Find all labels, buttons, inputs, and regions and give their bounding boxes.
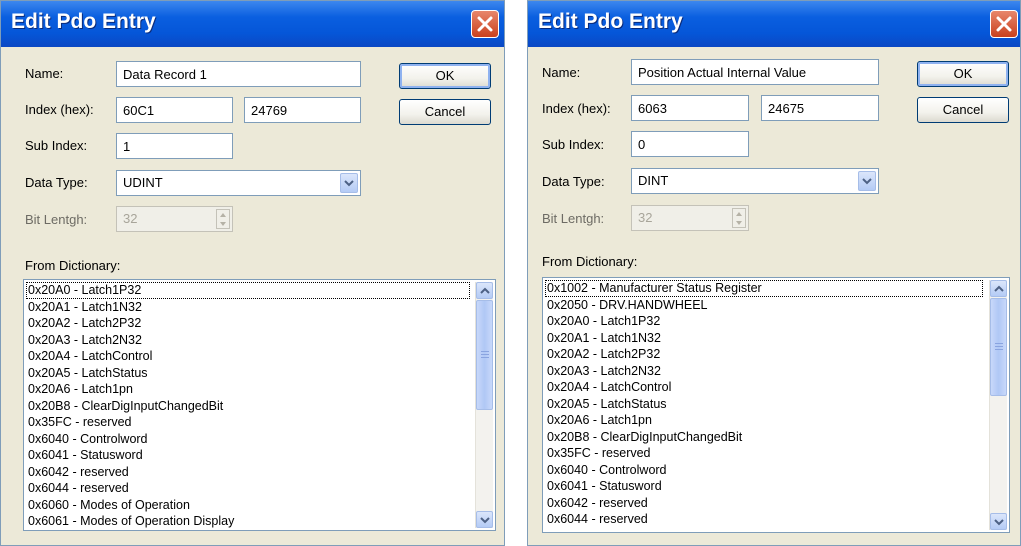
- name-input[interactable]: [116, 61, 361, 87]
- list-item[interactable]: 0x20A0 - Latch1P32: [26, 282, 470, 299]
- name-label: Name:: [542, 65, 581, 80]
- spin-down-icon: [736, 221, 742, 225]
- name-input[interactable]: [631, 59, 879, 85]
- list-item[interactable]: 0x20A5 - LatchStatus: [26, 365, 470, 382]
- datatype-select[interactable]: DINT: [631, 168, 879, 194]
- chevron-down-icon: [862, 178, 872, 185]
- spin-down-icon: [220, 222, 226, 226]
- datatype-dropdown-button[interactable]: [858, 171, 876, 191]
- dictionary-label: From Dictionary:: [542, 254, 638, 269]
- scroll-up-button[interactable]: [990, 280, 1007, 297]
- list-item[interactable]: 0x6040 - Controlword: [545, 462, 983, 479]
- list-item[interactable]: 0x6040 - Controlword: [26, 431, 470, 448]
- name-label: Name:: [25, 66, 64, 81]
- close-button[interactable]: [990, 10, 1018, 38]
- index-decimal-input[interactable]: [761, 95, 879, 121]
- scroll-down-arrow-icon: [994, 519, 1004, 526]
- bitlength-spin-buttons: [732, 208, 746, 228]
- subindex-label: Sub Index:: [542, 137, 605, 152]
- dialog-title: Edit Pdo Entry: [11, 10, 156, 33]
- spin-up-icon: [220, 213, 226, 217]
- edit-pdo-entry-dialog-1: Edit Pdo Entry Name: OK Cancel Index (he…: [0, 0, 505, 546]
- list-item[interactable]: 0x20A1 - Latch1N32: [545, 330, 983, 347]
- list-item[interactable]: 0x6042 - reserved: [545, 495, 983, 512]
- bitlength-label: Bit Lentgh:: [25, 212, 88, 227]
- dialog-title: Edit Pdo Entry: [538, 10, 683, 33]
- list-item[interactable]: 0x20A3 - Latch2N32: [26, 332, 470, 349]
- scroll-down-button[interactable]: [476, 511, 493, 528]
- index-label: Index (hex):: [25, 102, 94, 117]
- datatype-value: UDINT: [123, 175, 163, 190]
- datatype-value: DINT: [638, 173, 669, 188]
- close-icon: [996, 16, 1012, 32]
- edit-pdo-entry-dialog-2: Edit Pdo Entry Name: OK Cancel Index (he…: [527, 0, 1021, 546]
- subindex-input[interactable]: [631, 131, 749, 157]
- bitlength-label: Bit Lentgh:: [542, 211, 605, 226]
- subindex-input[interactable]: [116, 133, 233, 159]
- index-decimal-input[interactable]: [244, 97, 361, 123]
- datatype-label: Data Type:: [25, 175, 88, 190]
- scroll-down-button[interactable]: [990, 513, 1007, 530]
- dictionary-listbox[interactable]: 0x1002 - Manufacturer Status Register 0x…: [542, 277, 1010, 533]
- datatype-select[interactable]: UDINT: [116, 170, 361, 196]
- list-item[interactable]: 0x6041 - Statusword: [545, 478, 983, 495]
- bitlength-spin-buttons: [216, 209, 230, 229]
- list-item[interactable]: 0x35FC - reserved: [26, 414, 470, 431]
- scroll-up-button[interactable]: [476, 282, 493, 299]
- list-item[interactable]: 0x20A2 - Latch2P32: [545, 346, 983, 363]
- list-item[interactable]: 0x2050 - DRV.HANDWHEEL: [545, 297, 983, 314]
- cancel-button[interactable]: Cancel: [917, 97, 1009, 123]
- scroll-down-arrow-icon: [480, 517, 490, 524]
- close-icon: [477, 16, 493, 32]
- list-item[interactable]: 0x6041 - Statusword: [26, 447, 470, 464]
- dictionary-listbox[interactable]: 0x20A0 - Latch1P32 0x20A1 - Latch1N32 0x…: [23, 279, 496, 531]
- scroll-thumb[interactable]: [476, 300, 493, 410]
- list-item[interactable]: 0x6044 - reserved: [26, 480, 470, 497]
- bitlength-value: 32: [123, 211, 138, 226]
- vertical-scrollbar[interactable]: [475, 282, 493, 528]
- datatype-label: Data Type:: [542, 174, 605, 189]
- subindex-label: Sub Index:: [25, 138, 88, 153]
- ok-button[interactable]: OK: [917, 61, 1009, 87]
- title-bar[interactable]: Edit Pdo Entry: [528, 1, 1020, 47]
- list-item[interactable]: 0x20A5 - LatchStatus: [545, 396, 983, 413]
- bitlength-spinner: 32: [116, 206, 233, 232]
- bitlength-spinner: 32: [631, 205, 749, 231]
- list-item[interactable]: 0x20A6 - Latch1pn: [545, 412, 983, 429]
- cancel-button[interactable]: Cancel: [399, 99, 491, 125]
- title-bar[interactable]: Edit Pdo Entry: [1, 1, 504, 47]
- list-item[interactable]: 0x35FC - reserved: [545, 445, 983, 462]
- dictionary-items: 0x1002 - Manufacturer Status Register 0x…: [545, 280, 983, 528]
- list-item[interactable]: 0x20A6 - Latch1pn: [26, 381, 470, 398]
- list-item[interactable]: 0x6061 - Modes of Operation Display: [26, 513, 470, 530]
- list-item[interactable]: 0x20A4 - LatchControl: [545, 379, 983, 396]
- vertical-scrollbar[interactable]: [989, 280, 1007, 530]
- list-item[interactable]: 0x6042 - reserved: [26, 464, 470, 481]
- dictionary-items: 0x20A0 - Latch1P32 0x20A1 - Latch1N32 0x…: [26, 282, 470, 530]
- datatype-dropdown-button[interactable]: [340, 173, 358, 193]
- close-button[interactable]: [471, 10, 499, 38]
- list-item[interactable]: 0x6044 - reserved: [545, 511, 983, 528]
- index-hex-input[interactable]: [116, 97, 233, 123]
- dictionary-label: From Dictionary:: [25, 258, 121, 273]
- list-item[interactable]: 0x20A0 - Latch1P32: [545, 313, 983, 330]
- list-item[interactable]: 0x20A4 - LatchControl: [26, 348, 470, 365]
- index-label: Index (hex):: [542, 101, 611, 116]
- list-item[interactable]: 0x20B8 - ClearDigInputChangedBit: [545, 429, 983, 446]
- scroll-up-arrow-icon: [994, 285, 1004, 292]
- scroll-up-arrow-icon: [480, 287, 490, 294]
- list-item[interactable]: 0x20B8 - ClearDigInputChangedBit: [26, 398, 470, 415]
- list-item[interactable]: 0x6060 - Modes of Operation: [26, 497, 470, 514]
- bitlength-value: 32: [638, 210, 653, 225]
- spin-up-icon: [736, 212, 742, 216]
- list-item[interactable]: 0x20A1 - Latch1N32: [26, 299, 470, 316]
- list-item[interactable]: 0x1002 - Manufacturer Status Register: [545, 280, 983, 297]
- scroll-thumb[interactable]: [990, 298, 1007, 396]
- chevron-down-icon: [344, 180, 354, 187]
- index-hex-input[interactable]: [631, 95, 749, 121]
- list-item[interactable]: 0x20A2 - Latch2P32: [26, 315, 470, 332]
- list-item[interactable]: 0x20A3 - Latch2N32: [545, 363, 983, 380]
- ok-button[interactable]: OK: [399, 63, 491, 89]
